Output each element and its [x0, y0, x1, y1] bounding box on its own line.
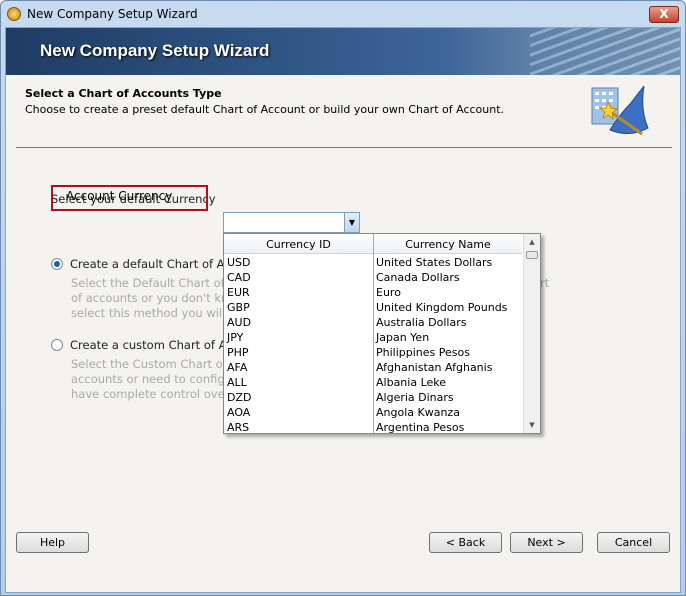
currency-id: DZD: [227, 391, 252, 404]
currency-row[interactable]: AOA Angola Kwanza: [224, 405, 522, 420]
currency-id: USD: [227, 256, 251, 269]
banner: New Company Setup Wizard: [6, 28, 680, 75]
scroll-down-icon[interactable]: ▼: [524, 417, 540, 433]
default-chart-description-tail: rt: [540, 276, 550, 290]
currency-name: Philippines Pesos: [376, 346, 470, 359]
currency-id: ARS: [227, 421, 250, 434]
custom-chart-radio[interactable]: [51, 339, 63, 351]
currency-id: AFA: [227, 361, 248, 374]
currency-id: EUR: [227, 286, 250, 299]
currency-name: Argentina Pesos: [376, 421, 465, 434]
next-button[interactable]: Next >: [510, 532, 583, 553]
wizard-icon: [591, 85, 649, 136]
currency-row[interactable]: AFA Afghanistan Afghanis: [224, 360, 522, 375]
currency-name: Euro: [376, 286, 401, 299]
currency-name: Japan Yen: [376, 331, 430, 344]
currency-name: Angola Kwanza: [376, 406, 460, 419]
currency-rows: USD United States Dollars CAD Canada Dollar…: [224, 255, 522, 434]
close-button[interactable]: X: [649, 6, 679, 23]
currency-name: United Kingdom Pounds: [376, 301, 508, 314]
scrollbar[interactable]: ▲ ▼: [523, 234, 540, 433]
custom-chart-description: Select the Custom Chart of Aaccounts or …: [71, 357, 241, 401]
currency-id: AUD: [227, 316, 252, 329]
help-button[interactable]: Help: [16, 532, 89, 553]
app-icon: [7, 7, 21, 21]
currency-id: JPY: [227, 331, 244, 344]
currency-name: Australia Dollars: [376, 316, 467, 329]
account-currency-combo[interactable]: ▼: [223, 212, 360, 233]
currency-id: GBP: [227, 301, 250, 314]
account-currency-label: Account Currency: [66, 189, 173, 203]
column-header-currency-name[interactable]: Currency Name: [374, 238, 522, 251]
page-subtitle: Choose to create a preset default Chart …: [25, 103, 505, 116]
back-button[interactable]: < Back: [429, 532, 502, 553]
currency-row[interactable]: GBP United Kingdom Pounds: [224, 300, 522, 315]
default-chart-description: Select the Default Chart of Ac of account…: [71, 276, 243, 320]
currency-id: ALL: [227, 376, 247, 389]
currency-row[interactable]: EUR Euro: [224, 285, 522, 300]
currency-row[interactable]: ALL Albania Leke: [224, 375, 522, 390]
currency-id: AOA: [227, 406, 251, 419]
currency-row[interactable]: ARS Argentina Pesos: [224, 420, 522, 434]
column-header-currency-id[interactable]: Currency ID: [224, 238, 373, 251]
header-divider: [16, 147, 672, 148]
scroll-up-icon[interactable]: ▲: [524, 234, 540, 250]
currency-row[interactable]: DZD Algeria Dinars: [224, 390, 522, 405]
currency-name: Afghanistan Afghanis: [376, 361, 493, 374]
page-heading: Select a Chart of Accounts Type: [25, 87, 222, 100]
banner-title: New Company Setup Wizard: [40, 41, 270, 60]
currency-name: Canada Dollars: [376, 271, 460, 284]
chevron-down-icon[interactable]: ▼: [344, 213, 359, 232]
cancel-button[interactable]: Cancel: [597, 532, 670, 553]
default-chart-radio[interactable]: [51, 258, 63, 270]
currency-dropdown-list[interactable]: Currency ID Currency Name USD United Stat…: [223, 233, 541, 434]
currency-row[interactable]: USD United States Dollars: [224, 255, 522, 270]
building-image: [530, 28, 680, 75]
currency-row[interactable]: AUD Australia Dollars: [224, 315, 522, 330]
scroll-thumb[interactable]: [526, 251, 538, 259]
currency-name: Algeria Dinars: [376, 391, 454, 404]
currency-name: Albania Leke: [376, 376, 447, 389]
currency-id: PHP: [227, 346, 249, 359]
currency-name: United States Dollars: [376, 256, 493, 269]
currency-row[interactable]: PHP Philippines Pesos: [224, 345, 522, 360]
currency-row[interactable]: CAD Canada Dollars: [224, 270, 522, 285]
title-bar: New Company Setup Wizard X: [1, 1, 685, 27]
currency-row[interactable]: JPY Japan Yen: [224, 330, 522, 345]
window-title: New Company Setup Wizard: [27, 7, 198, 21]
currency-id: CAD: [227, 271, 251, 284]
